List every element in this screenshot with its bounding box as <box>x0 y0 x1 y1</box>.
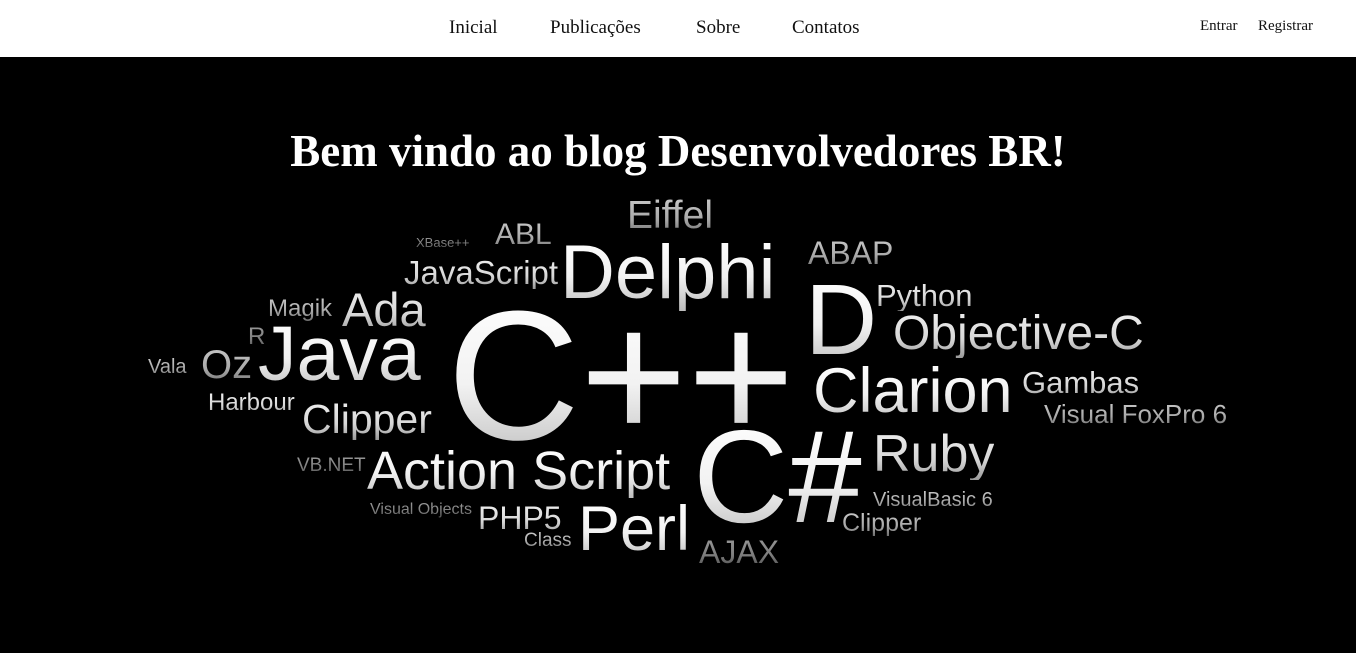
word-xbase: XBase++ <box>416 235 470 250</box>
word-abl: ABL <box>495 218 552 251</box>
word-objective-c: Objective-C <box>893 307 1144 360</box>
word-action-script: Action Script <box>367 441 671 501</box>
page-title: Bem vindo ao blog Desenvolvedores BR! <box>290 126 1066 176</box>
word-clipper: Clipper <box>302 396 432 442</box>
word-ajax: AJAX <box>699 534 780 570</box>
word-java: Java <box>258 311 421 397</box>
word-ruby: Ruby <box>873 425 995 483</box>
word-class: Class <box>524 530 572 551</box>
word-visualbasic-6: VisualBasic 6 <box>873 489 993 511</box>
word-d: D <box>805 264 878 376</box>
word-visual-foxpro-6: Visual FoxPro 6 <box>1044 399 1228 429</box>
word-vb-net: VB.NET <box>297 455 366 476</box>
programming-languages-word-cloud: Eiffel XBase++ ABL Delphi ABAP JavaScrip… <box>0 0 1356 653</box>
word-gambas: Gambas <box>1022 365 1140 400</box>
word-perl: Perl <box>578 494 691 564</box>
word-vala: Vala <box>148 356 187 378</box>
word-clipper-small: Clipper <box>842 509 922 537</box>
word-csharp: C# <box>693 403 862 550</box>
word-oz: Oz <box>201 343 253 387</box>
word-visual-objects: Visual Objects <box>370 501 472 518</box>
word-harbour: Harbour <box>208 389 295 416</box>
